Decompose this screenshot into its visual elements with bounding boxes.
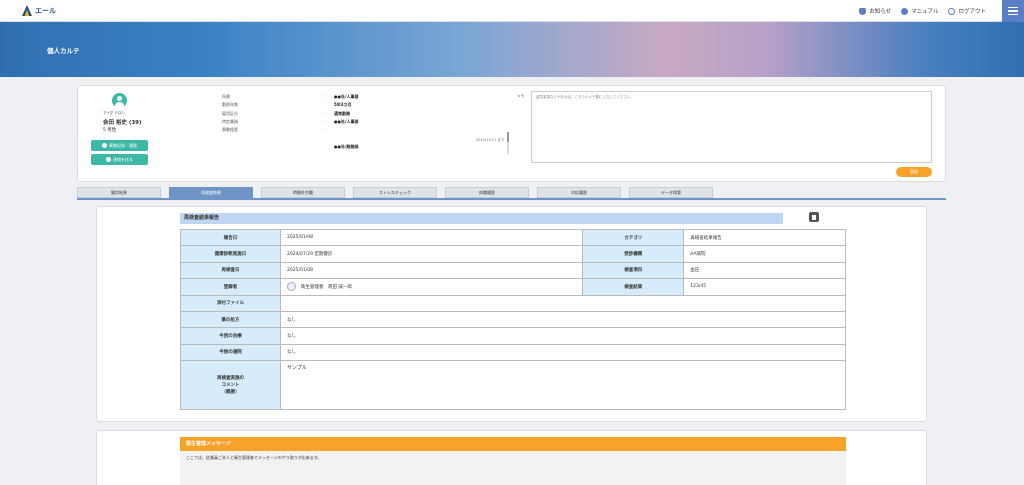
- employee-name: 会田 裕史 (39): [103, 120, 142, 126]
- table-row: 今回の治療 なし: [180, 327, 846, 345]
- history-button[interactable]: 異動記録・履歴: [91, 140, 148, 151]
- history-extra: ●●社/総務部: [334, 144, 359, 149]
- avatar: [112, 93, 127, 108]
- table-row: 再検査日 2025/01/08 検査項目 血圧: [180, 261, 846, 280]
- app-logo[interactable]: エール: [22, 5, 56, 16]
- table-row: 健康診断実施日 2024/07/29 定期健診 受診機関 AA病院: [180, 245, 846, 263]
- logout-link[interactable]: ログアウト: [948, 7, 986, 15]
- tab-response[interactable]: 対応履歴: [537, 187, 621, 198]
- table-row: 登録者 衛生管理者 荷田 誠一郎 検査結果 123/45: [180, 278, 846, 296]
- message-title: 衛生管理メッセージ: [180, 437, 846, 451]
- help-icon: [901, 7, 909, 15]
- report-table: 報告日 2025/01/08 カテゴリ 再検査結果報告 健康診断実施日 2024/07…: [180, 228, 846, 411]
- memo-textarea[interactable]: 留意事項などがあれば、こちらのメモ欄に入力してください。: [531, 91, 932, 163]
- employee-kana: アイダ ミロシ: [103, 111, 125, 115]
- table-row: 今後の通院 なし: [180, 343, 846, 362]
- top-bar: エール お知らせ マニュアル ログアウト: [0, 0, 1024, 22]
- memo-label: メモ：: [517, 94, 528, 98]
- tab-overtime[interactable]: 時間外労働: [261, 187, 345, 198]
- tab-recheck[interactable]: 再検査結果: [169, 187, 253, 198]
- history-scrollbar[interactable]: [507, 132, 509, 154]
- tab-leave[interactable]: 休職履歴: [445, 187, 529, 198]
- profile-card: アイダ ミロシ 会田 裕史 (39) 5 男性 異動記録・履歴 連絡を送る 所属…: [77, 85, 946, 182]
- app-name: エール: [35, 6, 56, 15]
- mail-icon: [106, 157, 111, 162]
- contact-button[interactable]: 連絡を送る: [91, 154, 148, 165]
- tab-data[interactable]: データ保管: [629, 187, 713, 198]
- tab-bar: 健診結果 再検査結果 時間外労働 ストレスチェック 休職履歴 対応履歴 データ保…: [77, 187, 946, 198]
- report-title: 再検査結果報告: [180, 213, 783, 224]
- power-icon: [948, 7, 956, 15]
- page-title: 個人カルテ: [47, 47, 80, 55]
- logo-icon: [22, 5, 32, 16]
- manual-label: マニュアル: [911, 9, 939, 15]
- employee-sex: 5 男性: [103, 128, 117, 133]
- save-button[interactable]: 登録: [896, 167, 932, 177]
- plus-icon: [102, 143, 107, 148]
- message-panel: 衛生管理メッセージ ここでは、従業員ご本人と衛生管理者でメッセージのやり取りが出…: [96, 430, 927, 485]
- history-date: 2015/11/11 まで: [476, 138, 505, 142]
- trash-icon[interactable]: [809, 212, 819, 222]
- profile-labels: 所属 勤続年数 雇用区分 特定業務 異動経歴: [222, 94, 238, 133]
- logout-label: ログアウト: [958, 9, 986, 15]
- user-icon: [287, 282, 296, 292]
- notice-link[interactable]: お知らせ: [859, 7, 891, 15]
- notice-label: お知らせ: [869, 9, 892, 15]
- profile-values: ●●社/人事部 5年3カ月 通常勤務 ●●社/人事部: [334, 94, 359, 124]
- message-body: ここでは、従業員ご本人と衛生管理者でメッセージのやり取りが出来ます。: [180, 451, 846, 485]
- table-row: 添付ファイル: [180, 294, 846, 312]
- table-row: 報告日 2025/01/08 カテゴリ 再検査結果報告: [180, 228, 846, 247]
- report-panel: 再検査結果報告 報告日 2025/01/08 カテゴリ 再検査結果報告 健康診断実施…: [96, 206, 927, 422]
- tab-checkup[interactable]: 健診結果: [77, 187, 161, 198]
- header-banner: 個人カルテ: [0, 22, 1024, 77]
- manual-link[interactable]: マニュアル: [901, 7, 938, 15]
- table-row: 薬の処方 なし: [180, 310, 846, 329]
- bell-icon: [859, 7, 867, 15]
- hamburger-menu-button[interactable]: [1002, 0, 1024, 22]
- table-row: 再検査実施の コメント （概要） サンプル: [180, 360, 846, 411]
- tab-stress[interactable]: ストレスチェック: [353, 187, 437, 198]
